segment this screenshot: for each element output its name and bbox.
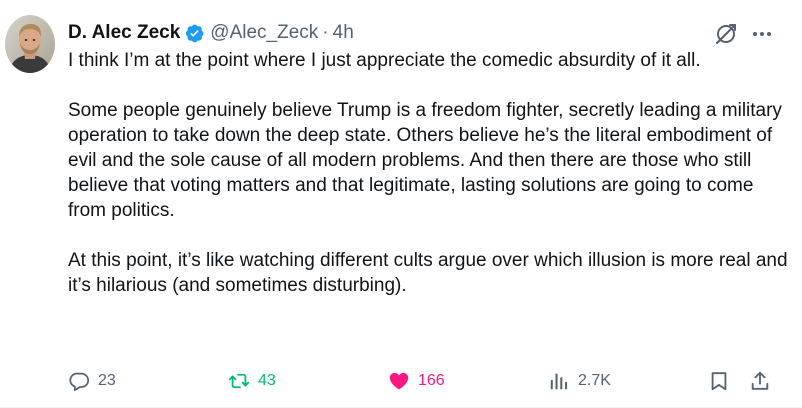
avatar[interactable] <box>5 15 55 73</box>
retweet-count: 43 <box>258 372 276 389</box>
tweet-text: I think I’m at the point where I just ap… <box>68 48 788 298</box>
reply-count: 23 <box>98 372 116 389</box>
like-count: 166 <box>418 372 445 389</box>
author-handle[interactable]: @Alec_Zeck <box>210 22 318 44</box>
verified-badge-icon <box>184 23 205 44</box>
bookmark-icon <box>708 370 730 392</box>
share-button[interactable] <box>749 368 771 394</box>
reply-icon <box>68 370 90 392</box>
view-count: 2.7K <box>578 372 611 389</box>
tweet-header: D. Alec Zeck @Alec_Zeck · 4h <box>68 20 354 46</box>
reply-button[interactable]: 23 <box>68 368 116 394</box>
tweet-paragraph: I think I’m at the point where I just ap… <box>68 50 701 71</box>
retweet-icon <box>228 370 250 392</box>
timestamp[interactable]: 4h <box>333 22 354 44</box>
like-button[interactable]: 166 <box>388 368 445 394</box>
author-display-name[interactable]: D. Alec Zeck <box>68 22 180 44</box>
tweet[interactable]: D. Alec Zeck @Alec_Zeck · 4h I think I’m… <box>0 0 802 408</box>
bookmark-button[interactable] <box>708 368 730 394</box>
tweet-paragraph: Some people genuinely believe Trump is a… <box>68 100 782 221</box>
share-icon <box>749 370 771 392</box>
tweet-paragraph: At this point, it’s like watching differ… <box>68 250 788 296</box>
heart-icon <box>388 370 410 392</box>
more-icon[interactable] <box>748 20 776 48</box>
retweet-button[interactable]: 43 <box>228 368 276 394</box>
views-button[interactable]: 2.7K <box>548 368 611 394</box>
separator: · <box>322 22 329 43</box>
views-icon <box>548 370 570 392</box>
grok-icon[interactable] <box>712 20 740 48</box>
action-bar: 23 43 166 2.7K <box>0 368 802 394</box>
